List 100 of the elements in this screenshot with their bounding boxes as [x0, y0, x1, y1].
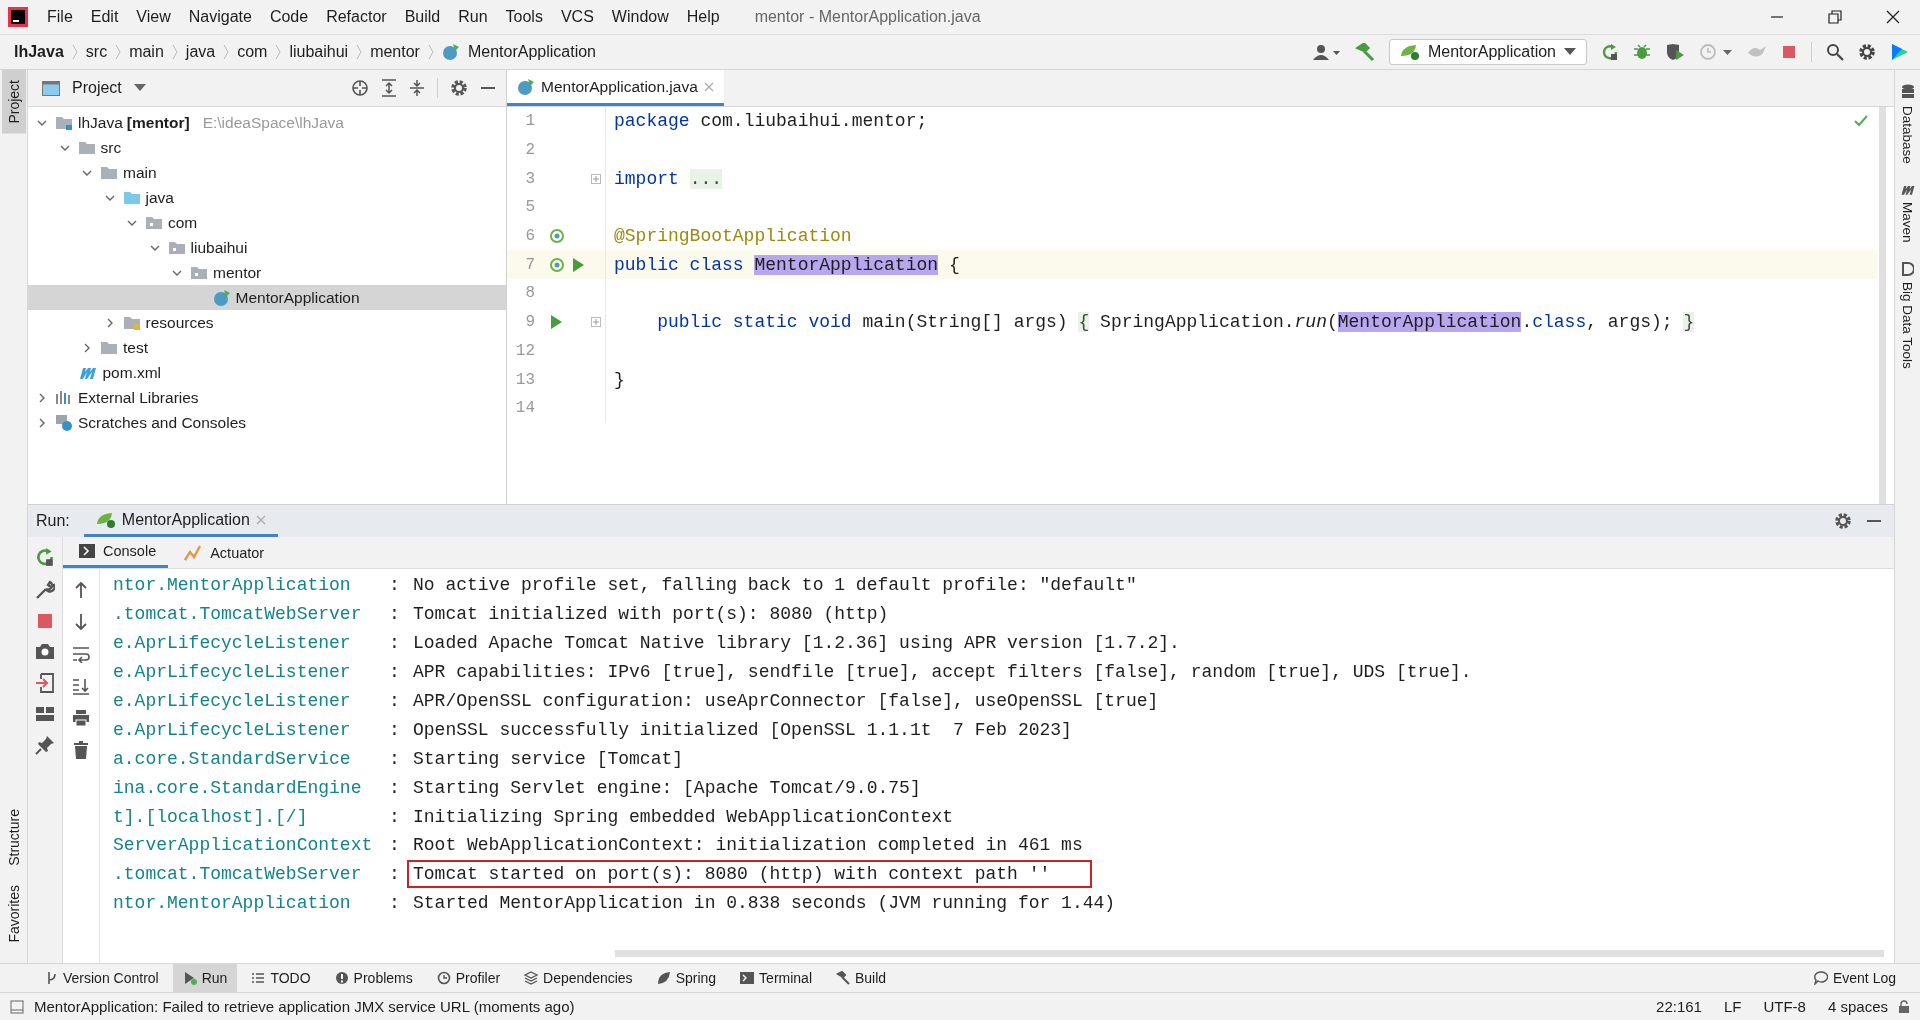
- stop-icon[interactable]: [37, 613, 53, 629]
- run-configuration-dropdown[interactable]: MentorApplication: [1388, 39, 1587, 65]
- trash-icon[interactable]: [73, 741, 89, 759]
- hammer-icon[interactable]: [1354, 43, 1375, 61]
- status-item[interactable]: UTF-8: [1763, 998, 1806, 1015]
- menu-item[interactable]: VCS: [551, 8, 603, 26]
- menu-item[interactable]: Code: [260, 8, 318, 26]
- breadcrumb-item[interactable]: MentorApplication: [467, 43, 596, 61]
- menu-item[interactable]: File: [38, 8, 82, 26]
- stop-icon[interactable]: [1781, 44, 1797, 60]
- tree-item[interactable]: com: [28, 210, 506, 235]
- menu-item[interactable]: Window: [602, 8, 678, 26]
- breadcrumb-item[interactable]: mentor: [370, 43, 420, 61]
- tree-item[interactable]: src: [28, 135, 506, 160]
- panel-toggle-icon[interactable]: [10, 999, 24, 1014]
- wrench-icon[interactable]: [35, 580, 55, 600]
- bean-icon[interactable]: [549, 227, 567, 246]
- bug-icon[interactable]: [1633, 43, 1651, 61]
- menu-item[interactable]: Refactor: [317, 8, 396, 26]
- event-log-button[interactable]: Event Log: [1803, 964, 1906, 992]
- tree-item[interactable]: pom.xml: [28, 360, 506, 385]
- scroll-to-end-icon[interactable]: [72, 677, 90, 695]
- scrollbar[interactable]: [1879, 107, 1886, 504]
- menu-item[interactable]: Edit: [81, 8, 128, 26]
- caret-icon[interactable]: [133, 84, 146, 92]
- tree-item[interactable]: MentorApplication: [28, 285, 506, 310]
- collapse-all-icon[interactable]: [409, 79, 425, 97]
- breadcrumb-item[interactable]: java: [185, 43, 216, 61]
- up-arrow-icon[interactable]: [74, 581, 88, 599]
- tree-item[interactable]: lhJava [mentor] E:\ideaSpace\lhJava: [28, 110, 506, 135]
- rerun-icon[interactable]: [35, 547, 55, 567]
- soft-wrap-icon[interactable]: [72, 645, 90, 663]
- print-icon[interactable]: [72, 709, 90, 727]
- user-icon[interactable]: [1312, 44, 1341, 60]
- layout-icon[interactable]: [35, 706, 55, 722]
- tool-window-tab[interactable]: Database: [1900, 106, 1915, 178]
- menu-item[interactable]: Help: [677, 8, 729, 26]
- tool-window-tab[interactable]: Favorites: [1, 875, 26, 953]
- breadcrumb-item[interactable]: com: [237, 43, 268, 61]
- status-item[interactable]: 4 spaces: [1827, 998, 1888, 1015]
- settings-icon[interactable]: [1858, 43, 1876, 61]
- status-item[interactable]: LF: [1723, 998, 1742, 1015]
- bean-icon[interactable]: [549, 255, 567, 274]
- profiler-icon[interactable]: [1699, 43, 1733, 61]
- tool-window-tab[interactable]: Project: [1, 70, 26, 134]
- tree-item[interactable]: mentor: [28, 260, 506, 285]
- console-tab[interactable]: Actuator: [168, 537, 277, 568]
- locate-icon[interactable]: [351, 79, 369, 97]
- tool-window-button[interactable]: Version Control: [36, 964, 169, 992]
- search-icon[interactable]: [1826, 43, 1844, 61]
- toolbox-logo-icon[interactable]: [1890, 42, 1910, 62]
- tree-item[interactable]: liubaihui: [28, 235, 506, 260]
- settings-icon[interactable]: [1834, 512, 1852, 530]
- tool-window-button[interactable]: TODO: [241, 964, 321, 992]
- tool-window-tab[interactable]: Big Data Tools: [1900, 282, 1915, 384]
- breadcrumb-item[interactable]: lhJava: [14, 43, 64, 61]
- menu-item[interactable]: Tools: [496, 8, 552, 26]
- close-icon[interactable]: [1886, 10, 1900, 24]
- pin-icon[interactable]: [35, 735, 55, 755]
- restore-icon[interactable]: [1828, 10, 1842, 24]
- coverage-icon[interactable]: [1665, 43, 1685, 61]
- run-icon[interactable]: [549, 314, 563, 331]
- tool-window-button[interactable]: Dependencies: [514, 964, 643, 992]
- down-arrow-icon[interactable]: [74, 613, 88, 631]
- scrollbar[interactable]: [615, 950, 1884, 957]
- expand-all-icon[interactable]: [381, 79, 397, 97]
- panel-title[interactable]: Project: [72, 79, 122, 97]
- rerun-icon[interactable]: [1601, 43, 1619, 61]
- breadcrumb-item[interactable]: src: [85, 43, 108, 61]
- line-number: 2: [524, 141, 535, 160]
- tool-window-tab[interactable]: Structure: [1, 798, 26, 876]
- breadcrumb-item[interactable]: main: [129, 43, 164, 61]
- actuator-icon: [184, 544, 203, 561]
- tree-item[interactable]: main: [28, 160, 506, 185]
- login-icon[interactable]: [35, 673, 55, 693]
- editor-tab[interactable]: MentorApplication.java: [507, 70, 724, 106]
- fold-marker-icon[interactable]: [591, 173, 601, 184]
- menu-item[interactable]: Build: [395, 8, 450, 26]
- tool-window-button[interactable]: Run: [172, 964, 238, 992]
- lock-icon[interactable]: [1898, 999, 1910, 1014]
- camera-icon[interactable]: [35, 642, 55, 660]
- fold-marker-icon[interactable]: [591, 317, 601, 328]
- settings-icon[interactable]: [450, 79, 468, 97]
- tree-item[interactable]: test: [28, 335, 506, 360]
- run-icon[interactable]: [571, 256, 585, 273]
- tool-window-button[interactable]: Spring: [646, 964, 727, 992]
- tool-window-tab[interactable]: Maven: [1900, 201, 1915, 257]
- tool-window-button[interactable]: Problems: [324, 964, 423, 992]
- tree-item[interactable]: External Libraries: [28, 385, 506, 410]
- tree-item[interactable]: resources: [28, 310, 506, 335]
- tool-window-button[interactable]: Terminal: [730, 964, 822, 992]
- tree-item[interactable]: java: [28, 185, 506, 210]
- breadcrumb-item[interactable]: liubaihui: [289, 43, 349, 61]
- menu-item[interactable]: Navigate: [179, 8, 261, 26]
- menu-item[interactable]: View: [127, 8, 180, 26]
- status-item[interactable]: 22:161: [1656, 998, 1702, 1015]
- tool-window-button[interactable]: Profiler: [426, 964, 511, 992]
- tree-item[interactable]: Scratches and Consoles: [28, 410, 506, 435]
- tool-window-button[interactable]: Build: [826, 964, 897, 992]
- menu-item[interactable]: Run: [449, 8, 497, 26]
